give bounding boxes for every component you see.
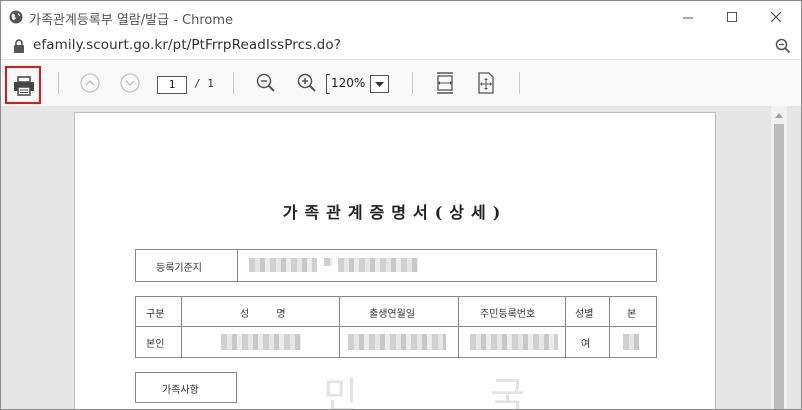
table-divider	[609, 297, 610, 357]
address-bar[interactable]: efamily.scourt.go.kr/pt/PtFrrpReadIssPrc…	[1, 34, 801, 59]
table-divider	[181, 297, 182, 357]
pdf-viewer[interactable]: 가족관계증명서(상세) 등록기준지 구분 성 명 출생연월일 주민등록번호 성별…	[1, 106, 801, 409]
header-category: 구분	[146, 309, 165, 320]
page-up-icon[interactable]	[80, 73, 100, 93]
print-button[interactable]	[5, 66, 41, 104]
table-divider	[237, 250, 238, 281]
person-category: 본인	[146, 339, 165, 350]
browser-window: 가족관계등록부 열람/발급 - Chrome efamily.scourt.go…	[0, 0, 802, 410]
zoom-out-icon[interactable]	[256, 73, 276, 93]
header-resident-number: 주민등록번호	[480, 309, 536, 320]
table-divider	[565, 297, 566, 357]
fit-page-icon[interactable]	[475, 71, 497, 95]
toolbar-separator	[233, 72, 234, 94]
window-title: 가족관계등록부 열람/발급 - Chrome	[29, 13, 234, 28]
globe-icon	[9, 10, 23, 24]
redacted-address	[324, 258, 332, 266]
redacted-address	[338, 258, 418, 272]
redacted-resident-number	[470, 334, 558, 350]
chevron-down-icon	[375, 82, 384, 87]
header-name: 성 명	[240, 309, 298, 320]
pdf-page: 가족관계증명서(상세) 등록기준지 구분 성 명 출생연월일 주민등록번호 성별…	[74, 112, 716, 410]
table-divider	[136, 326, 656, 327]
title-bar: 가족관계등록부 열람/발급 - Chrome	[1, 1, 801, 34]
scrollbar-thumb[interactable]	[774, 124, 784, 409]
close-button[interactable]	[763, 5, 789, 29]
printer-icon	[14, 76, 34, 96]
page-total: / 1	[194, 77, 214, 90]
browser-zoom-icon[interactable]	[775, 38, 791, 54]
url-text[interactable]: efamily.scourt.go.kr/pt/PtFrrpReadIssPrc…	[33, 37, 341, 53]
page-number-input[interactable]: 1	[157, 76, 187, 94]
table-divider	[339, 297, 340, 357]
redacted-name	[221, 334, 301, 350]
zoom-value[interactable]: 120%	[331, 76, 365, 90]
zoom-dropdown[interactable]	[370, 75, 389, 93]
maximize-icon	[727, 12, 737, 22]
registration-box: 등록기준지	[135, 249, 657, 282]
minimize-icon	[683, 17, 693, 19]
person-table: 구분 성 명 출생연월일 주민등록번호 성별 본 본인 여	[135, 296, 657, 358]
lock-icon	[14, 39, 24, 53]
minimize-button[interactable]	[675, 5, 701, 29]
header-origin: 본	[627, 309, 637, 320]
family-section-box: 가족사항	[135, 372, 237, 403]
zoom-in-icon[interactable]	[297, 73, 317, 93]
header-gender: 성별	[575, 309, 594, 320]
scroll-up-icon[interactable]	[775, 111, 783, 119]
page-down-icon[interactable]	[120, 73, 140, 93]
redacted-birthdate	[348, 334, 446, 350]
toolbar-separator	[58, 72, 59, 94]
toolbar-separator	[519, 72, 520, 94]
registration-label: 등록기준지	[156, 263, 202, 274]
fit-width-icon[interactable]	[434, 71, 456, 95]
redacted-address	[249, 258, 317, 272]
family-section-label: 가족사항	[162, 385, 199, 396]
header-birthdate: 출생연월일	[369, 309, 415, 320]
toolbar-separator	[412, 72, 413, 94]
maximize-button[interactable]	[719, 5, 745, 29]
watermark-text: 민 국	[323, 374, 585, 410]
redacted-origin	[623, 334, 639, 350]
pdf-toolbar: 1 / 1 120%	[1, 59, 801, 107]
zoom-field-border	[326, 74, 330, 94]
table-divider	[458, 297, 459, 357]
close-icon	[770, 11, 782, 23]
document-title: 가족관계증명서(상세)	[282, 203, 508, 222]
person-gender: 여	[581, 339, 591, 350]
